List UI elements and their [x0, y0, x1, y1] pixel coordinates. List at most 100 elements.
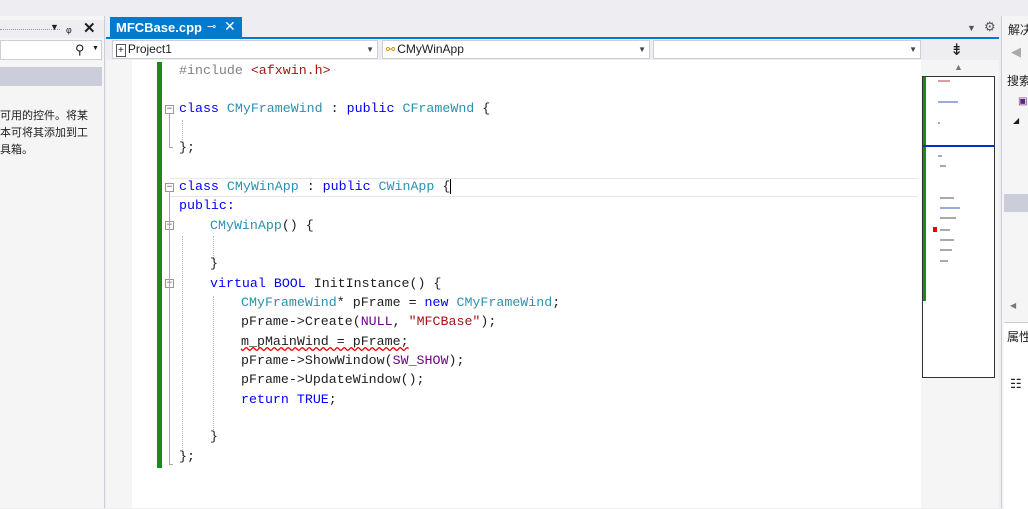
pin-icon[interactable]: ᵩ [66, 20, 72, 35]
code-line[interactable]: }; [179, 447, 195, 466]
code-line[interactable]: CMyWinApp() { [210, 216, 314, 235]
solution-search-label[interactable]: 搜索 [1007, 72, 1028, 89]
code-token: CWinApp [378, 179, 435, 194]
settings-icon[interactable]: ⚙ [984, 19, 996, 35]
code-token: } [210, 429, 218, 444]
code-line[interactable]: public: [179, 196, 235, 215]
outline-line [169, 114, 170, 147]
code-token: { [434, 179, 451, 194]
code-token: , [392, 314, 409, 329]
properties-panel [1004, 322, 1028, 509]
code-token: SW_SHOW [392, 353, 449, 368]
code-token: virtual [210, 276, 274, 291]
close-icon[interactable]: ✕ [224, 18, 236, 35]
code-line[interactable]: pFrame->ShowWindow(SW_SHOW); [241, 351, 464, 370]
map-change-marker [923, 77, 926, 301]
map-code-line [940, 229, 950, 231]
code-line[interactable]: CMyFrameWind* pFrame = new CMyFrameWind; [241, 293, 560, 312]
class-scope-dropdown[interactable]: ⚯ CMyWinApp ▼ [382, 40, 650, 59]
outline-line [169, 192, 170, 464]
dropdown-icon: ▼ [366, 45, 374, 54]
code-token: #include [179, 63, 251, 78]
code-token: CMyWinApp [210, 218, 282, 233]
code-line[interactable]: } [210, 427, 218, 446]
code-line[interactable]: pFrame->Create(NULL, "MFCBase"); [241, 312, 496, 331]
indent-guide [182, 120, 183, 140]
tab-mfcbase-cpp[interactable]: MFCBase.cpp ⊸ ✕ [110, 17, 242, 38]
code-line[interactable]: return TRUE; [241, 390, 337, 409]
map-code-line [940, 239, 954, 241]
class-icon: ⚯ [386, 44, 396, 56]
code-line[interactable]: class CMyWinApp : public CWinApp {​ [179, 177, 452, 196]
toolbox-hint-line: 本可将其添加到工 [0, 126, 88, 139]
solution-selected-row[interactable] [1004, 194, 1028, 212]
code-token: pFrame->Create( [241, 314, 361, 329]
properties-icon[interactable]: ☷ [1010, 376, 1022, 392]
code-token: ; [328, 392, 337, 407]
code-token: pFrame->ShowWindow( [241, 353, 393, 368]
scroll-left-icon[interactable]: ◀ [1010, 301, 1016, 310]
expand-icon[interactable]: ◢ [1013, 116, 1019, 125]
close-icon[interactable]: ✕ [83, 19, 96, 37]
scroll-up-icon[interactable]: ▲ [954, 62, 963, 72]
code-token: CMyFrameWind [226, 101, 323, 116]
collapse-icon[interactable]: − [165, 105, 174, 114]
toolbox-hint-line: 具箱。 [0, 143, 33, 156]
editor-gutter [106, 60, 132, 508]
code-token: BOOL [273, 276, 306, 291]
code-line[interactable]: pFrame->UpdateWindow(); [241, 370, 425, 389]
project-icon: + [116, 44, 126, 57]
map-code-line [940, 197, 954, 199]
dropdown-icon: ▼ [909, 45, 917, 54]
text-cursor: ​ [450, 179, 452, 194]
code-token: NULL [360, 314, 393, 329]
toolbox-search-input[interactable] [0, 40, 102, 60]
code-token: class [179, 101, 227, 116]
code-line[interactable]: #include <afxwin.h> [179, 61, 331, 80]
dropdown-icon[interactable]: ▼ [92, 45, 99, 52]
map-code-line [938, 101, 958, 103]
code-token: new [424, 295, 457, 310]
map-code-line [940, 249, 952, 251]
collapse-icon[interactable]: − [165, 183, 174, 192]
toolbox-selected-row[interactable] [0, 67, 102, 86]
indent-guide [182, 236, 183, 456]
map-code-line [938, 80, 950, 82]
dropdown-icon[interactable]: ▼ [967, 23, 976, 33]
map-code-line [940, 207, 960, 209]
code-token: public [322, 179, 379, 194]
code-token: CMyWinApp [226, 179, 299, 194]
project-label: Project1 [127, 42, 172, 56]
class-scope-label: CMyWinApp [397, 42, 464, 56]
code-token: }; [179, 449, 195, 464]
code-token: * pFrame = [336, 295, 425, 310]
code-token: pFrame->UpdateWindow(); [241, 372, 425, 387]
pin-icon[interactable]: ⊸ [207, 20, 216, 33]
project-dropdown[interactable]: + Project1 ▼ [112, 40, 378, 59]
code-token: return [241, 392, 297, 407]
dropdown-icon[interactable]: ▼ [50, 22, 59, 32]
outline-line [169, 147, 173, 148]
map-code-line [938, 155, 942, 157]
project-icon[interactable]: ▣ [1018, 96, 1027, 107]
code-line[interactable]: } [210, 254, 218, 273]
code-token: { [474, 101, 491, 116]
map-error-marker [933, 227, 937, 232]
change-tracking-bar [157, 62, 162, 468]
code-token: CFrameWnd [402, 101, 475, 116]
code-line[interactable]: class CMyFrameWind : public CFrameWnd { [179, 99, 490, 118]
code-token: : [298, 179, 323, 194]
indent-guide [213, 296, 214, 430]
code-token: CMyFrameWind [241, 295, 337, 310]
code-token: ); [448, 353, 465, 368]
code-line[interactable]: virtual BOOL InitInstance() { [210, 274, 441, 293]
search-icon[interactable]: ⚲ [75, 42, 85, 58]
code-token: () { [281, 218, 314, 233]
dropdown-icon: ▼ [638, 45, 646, 54]
back-icon[interactable]: ◀ [1011, 44, 1021, 60]
code-line[interactable]: m_pMainWind = pFrame; [241, 332, 409, 351]
split-editor-icon[interactable]: ⇟ [950, 40, 963, 60]
member-dropdown[interactable]: ▼ [653, 40, 921, 59]
solution-explorer-title: 解决 [1008, 23, 1028, 37]
code-line[interactable]: }; [179, 138, 195, 157]
